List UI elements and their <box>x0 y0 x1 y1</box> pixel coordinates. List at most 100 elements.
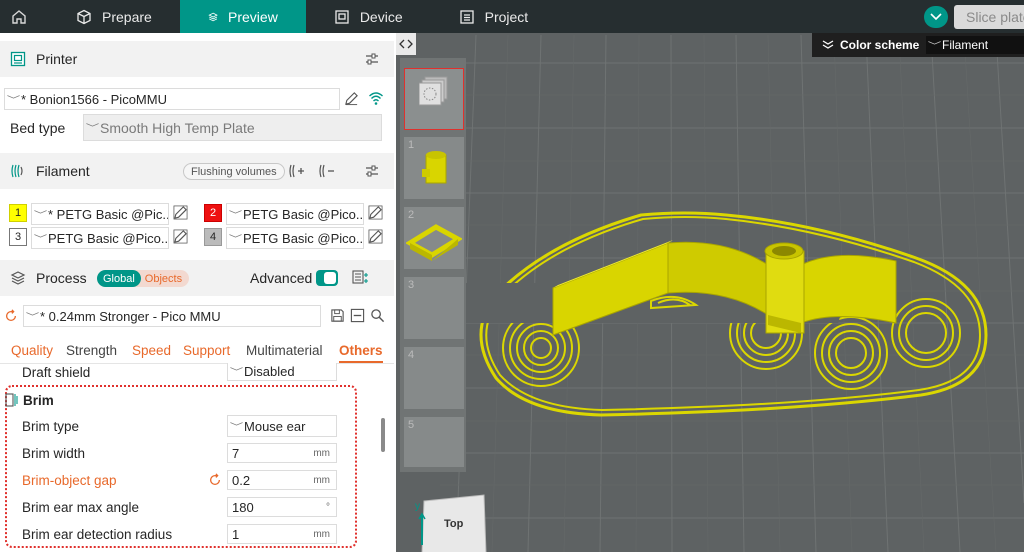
filament-slot-2: 2 <box>204 204 222 222</box>
compare-presets-icon[interactable] <box>352 269 370 287</box>
advanced-label: Advanced <box>250 270 313 286</box>
process-layers-icon <box>10 271 26 285</box>
plate-thumb-5[interactable]: 5 <box>404 417 464 467</box>
flushing-volumes-button[interactable]: Flushing volumes <box>183 163 285 180</box>
add-filament-icon[interactable] <box>288 163 306 179</box>
tab-device[interactable]: Device <box>306 0 431 33</box>
filament-name: PETG Basic @Pico... <box>243 206 364 222</box>
process-section-header: Process Global Objects Advanced <box>0 260 394 296</box>
filament-select-3[interactable]: ﹀ PETG Basic @Pico... <box>31 227 169 249</box>
edit-icon[interactable] <box>368 205 383 220</box>
plate-thumb-4[interactable]: 4 <box>404 347 464 409</box>
tab-preview[interactable]: Preview <box>179 0 306 33</box>
wifi-icon[interactable] <box>368 90 384 106</box>
chevron-down-icon <box>930 12 942 20</box>
printer-select[interactable]: ﹀ * Bonion1566 - PicoMMU <box>4 88 340 110</box>
plate-thumb-all[interactable] <box>404 68 464 130</box>
view-cube-label: Top <box>444 518 464 530</box>
brim-ear-max-angle-unit: ° <box>326 502 330 513</box>
3d-preview-viewport[interactable]: y Top <box>396 33 1024 552</box>
objects-toggle-option[interactable]: Objects <box>141 273 182 285</box>
chevron-down-icon: ﹀ <box>25 311 40 322</box>
collapse-arrows-icon <box>399 39 413 49</box>
filament-slot-4: 4 <box>204 228 222 246</box>
global-objects-toggle[interactable]: Global Objects <box>97 270 189 287</box>
brim-ear-detection-radius-input[interactable]: 1 mm <box>227 524 337 544</box>
plate-thumb-1[interactable]: 1 <box>404 137 464 199</box>
filament-color-swatch[interactable]: 2 <box>204 204 222 222</box>
color-scheme-select[interactable]: ﹀ Filament <box>926 36 1024 54</box>
tab-strength[interactable]: Strength <box>66 343 117 358</box>
tab-speed[interactable]: Speed <box>132 343 171 358</box>
filament-name: PETG Basic @Pico... <box>48 230 169 246</box>
tab-quality[interactable]: Quality <box>11 343 53 358</box>
edit-icon[interactable] <box>368 229 383 244</box>
edit-icon[interactable] <box>173 229 188 244</box>
filament-name: * PETG Basic @Pic... <box>48 206 169 222</box>
reset-icon[interactable] <box>4 309 18 323</box>
tab-preview-label: Preview <box>228 8 278 25</box>
printer-title: Printer <box>36 51 78 67</box>
chevron-down-icon: ﹀ <box>6 94 21 105</box>
chevrons-down-icon[interactable] <box>822 40 834 50</box>
brim-ear-max-angle-input[interactable]: 180 ° <box>227 497 337 517</box>
reset-icon[interactable] <box>208 473 222 487</box>
filament-color-swatch[interactable]: 3 <box>9 228 27 246</box>
chevron-down-icon: ﹀ <box>229 421 244 432</box>
brim-object-gap-input[interactable]: 0.2 mm <box>227 470 337 490</box>
bed-type-label: Bed type <box>10 120 66 136</box>
slice-dropdown-button[interactable] <box>924 5 948 28</box>
collapse-icon[interactable] <box>350 308 365 323</box>
brim-width-unit: mm <box>313 448 330 459</box>
brim-object-gap-value: 0.2 <box>232 472 251 488</box>
tab-prepare[interactable]: Prepare <box>48 0 180 33</box>
filament-slot-number: 2 <box>209 207 217 219</box>
brim-width-input[interactable]: 7 mm <box>227 443 337 463</box>
filament-slot-number: 3 <box>14 231 22 243</box>
search-icon[interactable] <box>370 308 385 323</box>
filament-select-4[interactable]: ﹀ PETG Basic @Pico... <box>226 227 364 249</box>
view-cube[interactable]: y Top <box>414 493 490 552</box>
save-icon[interactable] <box>330 308 345 323</box>
filament-color-swatch[interactable]: 1 <box>9 204 27 222</box>
edit-icon[interactable] <box>344 91 359 106</box>
plate-thumb-3[interactable]: 3 <box>404 277 464 339</box>
plate-thumb-2[interactable]: 2 <box>404 207 464 269</box>
settings-scrollbar[interactable] <box>381 418 385 452</box>
brim-ear-detection-radius-label: Brim ear detection radius <box>22 527 173 542</box>
tab-multimaterial[interactable]: Multimaterial <box>246 343 323 358</box>
advanced-switch[interactable] <box>316 270 338 286</box>
filament-settings-icon[interactable] <box>364 163 380 179</box>
slice-plate-button[interactable]: Slice plate <box>954 4 1024 29</box>
device-icon <box>335 9 349 24</box>
filament-select-2[interactable]: ﹀ PETG Basic @Pico... <box>226 203 364 225</box>
settings-sidebar: Printer ﹀ * Bonion1566 - PicoMMU Bed typ… <box>0 33 394 552</box>
tab-project[interactable]: Project <box>431 0 557 33</box>
brim-ear-detection-radius-unit: mm <box>313 529 330 540</box>
collapse-sidebar-button[interactable] <box>396 33 416 55</box>
remove-filament-icon[interactable] <box>318 163 336 179</box>
home-button[interactable] <box>0 0 38 33</box>
global-toggle-option[interactable]: Global <box>97 270 141 287</box>
filament-slot-1: 1 <box>9 204 27 222</box>
printer-settings-icon[interactable] <box>364 51 380 67</box>
draft-shield-select[interactable]: ﹀ Disabled <box>227 363 337 381</box>
filament-color-swatch[interactable]: 4 <box>204 228 222 246</box>
plate-number: 5 <box>408 419 415 431</box>
brim-type-select[interactable]: ﹀ Mouse ear <box>227 415 337 437</box>
process-preset-select[interactable]: ﹀ * 0.24mm Stronger - Pico MMU <box>23 305 321 327</box>
edit-icon[interactable] <box>173 205 188 220</box>
filament-name: PETG Basic @Pico... <box>243 230 364 246</box>
tab-support[interactable]: Support <box>183 343 230 358</box>
sliced-model-preview <box>448 211 988 417</box>
bed-type-select[interactable]: ﹀ Smooth High Temp Plate <box>83 114 382 141</box>
filament-select-1[interactable]: ﹀ * PETG Basic @Pic... <box>31 203 169 225</box>
tab-device-label: Device <box>359 8 403 25</box>
cube-icon <box>77 9 91 24</box>
color-scheme-value: Filament <box>942 38 989 52</box>
color-scheme-label: Color scheme <box>840 38 920 52</box>
tab-others[interactable]: Others <box>339 343 383 358</box>
chevron-down-icon: ﹀ <box>927 40 942 51</box>
draft-shield-label: Draft shield <box>22 365 91 380</box>
chevron-down-icon: ﹀ <box>228 233 243 244</box>
